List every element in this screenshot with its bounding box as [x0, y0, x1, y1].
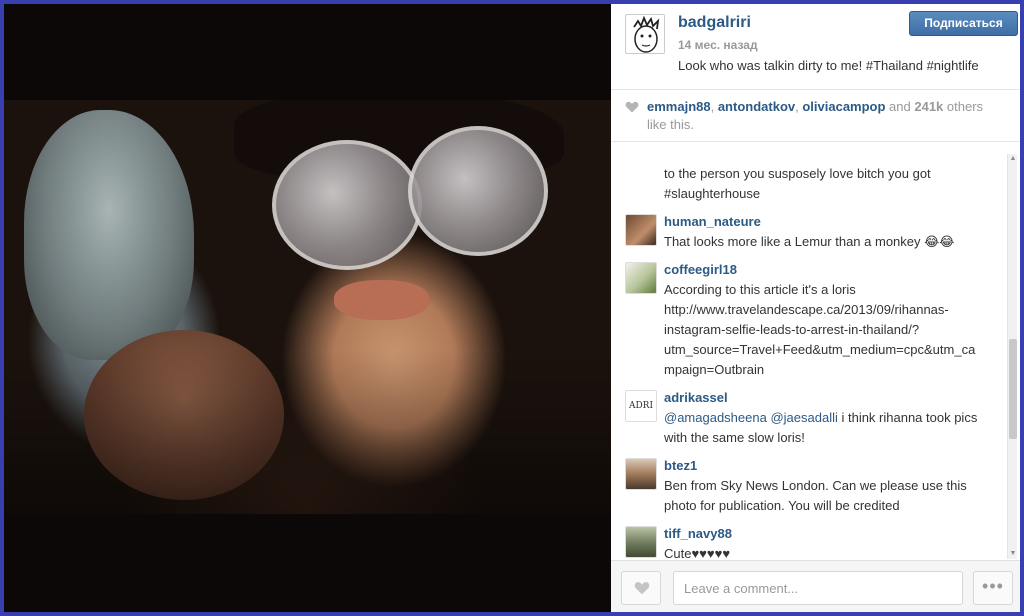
comment-item: btez1 Ben from Sky News London. Can we p…: [611, 456, 1001, 520]
commenter-avatar[interactable]: ADRI: [625, 390, 657, 422]
avatar-sketch-icon: [633, 15, 660, 53]
scroll-up-arrow-icon[interactable]: ▲: [1008, 154, 1018, 164]
commenter-avatar[interactable]: [625, 262, 657, 294]
follow-button[interactable]: Подписаться: [909, 11, 1018, 36]
comment-text: to the person you susposely love bitch y…: [664, 166, 931, 201]
comment-input[interactable]: [673, 571, 963, 605]
comment-item: human_nateure That looks more like a Lem…: [611, 212, 1001, 256]
photo-pane: [4, 4, 611, 612]
liker-link[interactable]: oliviacampop: [802, 99, 885, 114]
photo-shadow: [4, 100, 611, 514]
more-options-button[interactable]: •••: [973, 571, 1013, 605]
commenter-avatar[interactable]: [625, 526, 657, 558]
like-button[interactable]: [621, 571, 661, 605]
comment-item: tiff_navy88 Cute♥♥♥♥♥: [611, 524, 1001, 563]
comment-text: That looks more like a Lemur than a monk…: [664, 234, 955, 249]
liker-link[interactable]: emmajn88: [647, 99, 711, 114]
side-panel: badgalriri 14 мес. назад Look who was ta…: [611, 4, 1020, 612]
commenter-username[interactable]: human_nateure: [664, 212, 761, 232]
comment-footer: •••: [611, 560, 1020, 612]
likes-summary: emmajn88, antondatkov, oliviacampop and …: [611, 90, 1020, 142]
comments-list: to the person you susposely love bitch y…: [611, 142, 1020, 563]
likes-count[interactable]: 241k: [914, 99, 943, 114]
comments-scrollbar[interactable]: ▲ ▼: [1007, 154, 1017, 559]
commenter-avatar[interactable]: [625, 458, 657, 490]
comment-text: Ben from Sky News London. Can we please …: [664, 478, 967, 513]
mention-link[interactable]: @amagadsheena: [664, 410, 767, 425]
scroll-thumb[interactable]: [1009, 339, 1017, 439]
comment-text: According to this article it's a loris h…: [664, 282, 976, 377]
heart-icon: [634, 582, 650, 595]
liker-link[interactable]: antondatkov: [718, 99, 795, 114]
commenter-username[interactable]: coffeegirl18: [664, 260, 737, 280]
likes-text: emmajn88, antondatkov, oliviacampop and …: [647, 98, 987, 134]
mention-link[interactable]: @jaesadalli: [770, 410, 837, 425]
post-header: badgalriri 14 мес. назад Look who was ta…: [611, 4, 1020, 90]
commenter-username[interactable]: tiff_navy88: [664, 524, 732, 544]
comment-item: ADRI adrikassel @amagadsheena @jaesadall…: [611, 388, 1001, 452]
commenter-username[interactable]: btez1: [664, 456, 697, 476]
user-avatar[interactable]: [625, 14, 665, 54]
likes-and: and: [885, 99, 915, 114]
post-username[interactable]: badgalriri: [678, 14, 751, 32]
post-timestamp: 14 мес. назад: [678, 38, 758, 52]
instagram-lightbox: badgalriri 14 мес. назад Look who was ta…: [4, 4, 1020, 612]
heart-icon: [625, 101, 639, 113]
comment-text: @amagadsheena @jaesadalli i think rihann…: [664, 408, 984, 448]
post-caption: Look who was talkin dirty to me! #Thaila…: [678, 58, 979, 73]
commenter-avatar[interactable]: [625, 214, 657, 246]
scroll-down-arrow-icon[interactable]: ▼: [1008, 549, 1018, 559]
comment-item: to the person you susposely love bitch y…: [611, 164, 1001, 208]
commenter-username[interactable]: adrikassel: [664, 388, 728, 408]
likes-separator: ,: [710, 99, 718, 114]
post-photo[interactable]: [4, 100, 611, 514]
comment-item: coffeegirl18 According to this article i…: [611, 260, 1001, 384]
